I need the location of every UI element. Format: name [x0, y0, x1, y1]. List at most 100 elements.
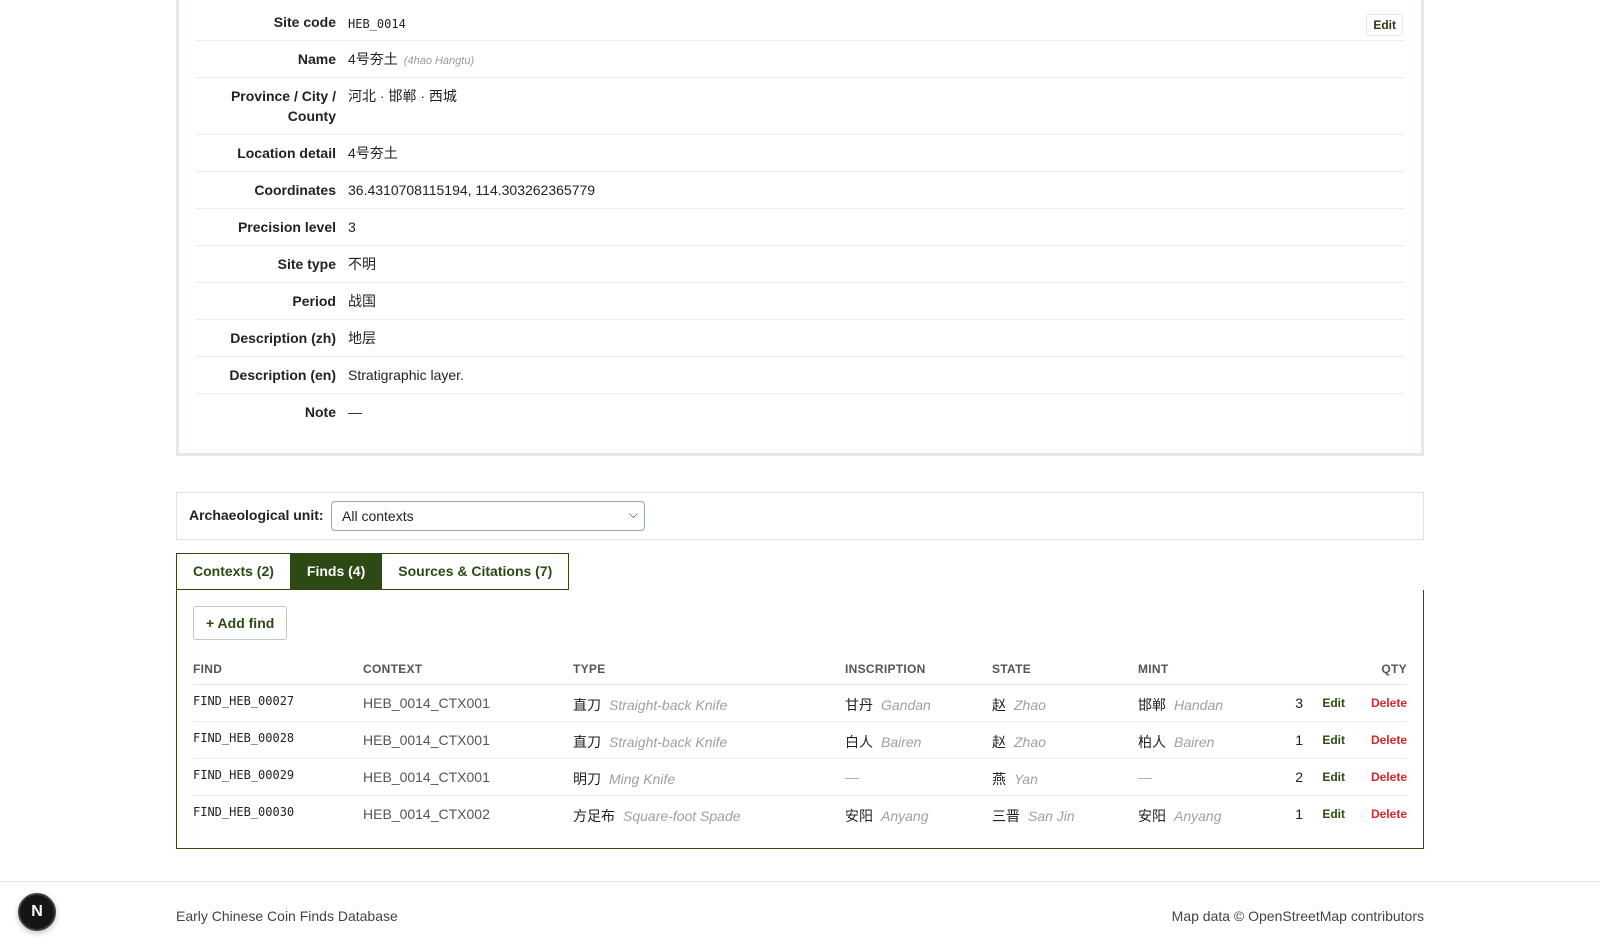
table-row[interactable]: FIND_HEB_00028 HEB_0014_CTX001 直刀 Straigh…	[193, 722, 1407, 759]
field-period: Period 战国	[195, 283, 1405, 320]
field-name: Name 4号夯土 (4hao Hangtu)	[195, 41, 1405, 78]
edit-find-button[interactable]: Edit	[1322, 733, 1345, 747]
tab-sources-citations[interactable]: Sources & Citations (7)	[381, 553, 570, 590]
site-detail-card: Edit Site code HEB_0014 Name 4号夯土 (4hao H…	[176, 0, 1424, 456]
type-en: Straight-back Knife	[609, 734, 728, 750]
table-row[interactable]: FIND_HEB_00027 HEB_0014_CTX001 直刀 Straigh…	[193, 685, 1407, 722]
column-header-qty: QTY	[1381, 662, 1407, 676]
coordinates-value: 36.4310708115194, 114.303262365779	[348, 182, 596, 198]
unit-select[interactable]: All contexts ⌵	[331, 501, 645, 531]
description-zh-value: 地层	[348, 330, 376, 346]
name-value: 4号夯土 (4hao Hangtu)	[348, 49, 474, 71]
note-value: —	[348, 404, 362, 420]
inscription-en: Gandan	[881, 697, 931, 713]
mint-en: Bairen	[1174, 734, 1215, 750]
field-location-detail: Location detail 4号夯土	[195, 135, 1405, 172]
column-header-mint: MINT	[1138, 662, 1169, 676]
period-value: 战国	[348, 293, 376, 309]
type-en: Straight-back Knife	[609, 697, 728, 713]
site-code-value: HEB_0014	[348, 17, 406, 31]
footer-map-attribution[interactable]: Map data © OpenStreetMap contributors	[1172, 908, 1424, 924]
qty-value: 1	[1295, 732, 1303, 748]
field-label: Description (en)	[229, 367, 336, 383]
table-row[interactable]: FIND_HEB_00029 HEB_0014_CTX001 明刀 Ming Kn…	[193, 759, 1407, 796]
mint-en: Anyang	[1174, 808, 1222, 824]
mint-zh: 邯郸	[1138, 697, 1166, 713]
inscription-empty: —	[845, 769, 859, 785]
field-note: Note —	[195, 394, 1405, 431]
context-id: HEB_0014_CTX002	[363, 806, 490, 822]
delete-find-button[interactable]: Delete	[1371, 733, 1407, 747]
state-zh: 燕	[992, 771, 1006, 787]
type-zh: 直刀	[573, 697, 601, 713]
add-find-button[interactable]: + Add find	[193, 606, 288, 640]
type-cell: 直刀 Straight-back Knife	[573, 732, 727, 752]
find-id[interactable]: FIND_HEB_00030	[193, 805, 294, 819]
footer-site-name: Early Chinese Coin Finds Database	[176, 908, 398, 924]
delete-find-button[interactable]: Delete	[1371, 807, 1407, 821]
type-cell: 直刀 Straight-back Knife	[573, 695, 727, 715]
field-description-en: Description (en) Stratigraphic layer.	[195, 357, 1405, 394]
state-cell: 三晋 San Jin	[992, 806, 1075, 826]
location-detail-value: 4号夯土	[348, 145, 398, 161]
state-en: Zhao	[1014, 697, 1046, 713]
qty-value: 3	[1295, 695, 1303, 711]
tab-finds[interactable]: Finds (4)	[289, 553, 383, 590]
mint-cell: 安阳 Anyang	[1138, 806, 1221, 826]
name-romanization: (4hao Hangtu)	[403, 55, 475, 67]
field-label: Site code	[273, 14, 336, 30]
inscription-cell: 白人 Bairen	[845, 732, 921, 752]
field-label: Description (zh)	[230, 330, 336, 346]
find-id[interactable]: FIND_HEB_00028	[193, 731, 294, 745]
delete-find-button[interactable]: Delete	[1371, 770, 1407, 784]
table-row[interactable]: FIND_HEB_00030 HEB_0014_CTX002 方足布 Square…	[193, 796, 1407, 833]
tab-contexts[interactable]: Contexts (2)	[176, 553, 291, 590]
inscription-cell: 安阳 Anyang	[845, 806, 928, 826]
detail-tabs: Contexts (2) Finds (4) Sources & Citatio…	[176, 553, 570, 590]
type-en: Square-foot Spade	[623, 808, 741, 824]
state-cell: 燕 Yan	[992, 769, 1038, 789]
column-header-context: CONTEXT	[363, 662, 423, 676]
mint-zh: 柏人	[1138, 734, 1166, 750]
qty-value: 1	[1295, 806, 1303, 822]
type-cell: 明刀 Ming Knife	[573, 769, 675, 789]
type-en: Ming Knife	[609, 771, 676, 787]
field-label: Name	[297, 51, 336, 67]
unit-filter-label: Archaeological unit:	[189, 507, 324, 523]
field-label: Period	[292, 293, 336, 309]
field-precision-level: Precision level 3	[195, 209, 1405, 246]
find-id[interactable]: FIND_HEB_00027	[193, 694, 294, 708]
inscription-en: Bairen	[881, 734, 922, 750]
footer: Early Chinese Coin Finds Database Map da…	[0, 881, 1600, 950]
qty-value: 2	[1295, 769, 1303, 785]
edit-find-button[interactable]: Edit	[1322, 770, 1345, 784]
column-header-state: STATE	[992, 662, 1032, 676]
context-id: HEB_0014_CTX001	[363, 695, 490, 711]
field-site-type: Site type 不明	[195, 246, 1405, 283]
state-cell: 赵 Zhao	[992, 695, 1046, 715]
context-id: HEB_0014_CTX001	[363, 769, 490, 785]
context-id: HEB_0014_CTX001	[363, 732, 490, 748]
state-en: Zhao	[1014, 734, 1046, 750]
find-id[interactable]: FIND_HEB_00029	[193, 768, 294, 782]
unit-filter-bar: Archaeological unit: All contexts ⌵	[176, 492, 1424, 540]
inscription-cell: —	[845, 769, 859, 785]
delete-find-button[interactable]: Delete	[1371, 696, 1407, 710]
state-cell: 赵 Zhao	[992, 732, 1046, 752]
site-type-value: 不明	[348, 256, 376, 272]
field-label: Site type	[277, 256, 336, 272]
nextjs-logo-icon[interactable]: N	[18, 893, 56, 931]
edit-find-button[interactable]: Edit	[1322, 696, 1345, 710]
inscription-zh: 甘丹	[845, 697, 873, 713]
edit-find-button[interactable]: Edit	[1322, 807, 1345, 821]
type-zh: 直刀	[573, 734, 601, 750]
type-cell: 方足布 Square-foot Spade	[573, 806, 741, 826]
unit-select-value: All contexts	[342, 508, 414, 524]
field-label: Precision level	[237, 219, 336, 235]
mint-empty: —	[1138, 769, 1152, 785]
inscription-zh: 安阳	[845, 808, 873, 824]
state-en: Yan	[1014, 771, 1038, 787]
precision-level-value: 3	[348, 219, 356, 235]
field-label: Location detail	[237, 145, 336, 161]
column-header-inscription: INSCRIPTION	[845, 662, 926, 676]
